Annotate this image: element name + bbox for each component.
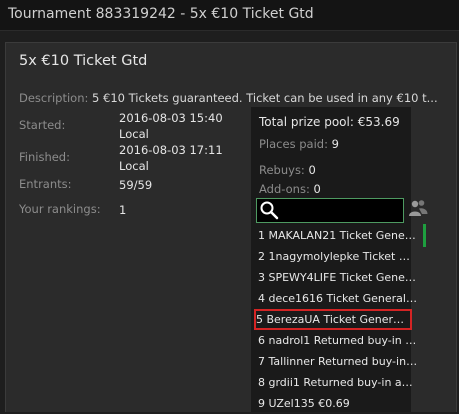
- results-list: 1 MAKALAN21 Ticket General €10 2 1nagymo…: [254, 225, 418, 414]
- search-icon: [259, 200, 279, 224]
- result-row-5-highlighted[interactable]: 5 BerezaUA Ticket General €10: [254, 309, 412, 330]
- rankings-value: 1: [119, 203, 127, 217]
- result-row-4[interactable]: 4 dece1616 Ticket General €10: [256, 288, 418, 309]
- places-paid-value: 9: [331, 137, 339, 151]
- places-paid-row: Places paid: 9: [259, 137, 339, 151]
- description-text: 5 €10 Tickets guaranteed. Ticket can be …: [92, 91, 438, 105]
- rebuys-label: Rebuys:: [259, 163, 305, 177]
- addons-label: Add-ons:: [259, 182, 310, 196]
- description-row: Description: 5 €10 Tickets guaranteed. T…: [19, 90, 449, 106]
- entrants-value: 59/59: [119, 178, 153, 192]
- total-prize-label: Total prize pool:: [259, 115, 354, 129]
- finished-timezone: Local: [119, 159, 149, 173]
- prize-panel: Total prize pool: €53.69 Places paid: 9 …: [251, 107, 428, 412]
- finished-label: Finished:: [19, 150, 70, 164]
- rebuys-value: 0: [308, 163, 316, 177]
- finished-value: 2016-08-03 17:11 Local: [119, 142, 223, 174]
- result-row-7[interactable]: 7 Tallinner Returned buy-in €10: [256, 351, 418, 372]
- rebuys-row: Rebuys: 0: [259, 163, 316, 177]
- started-date: 2016-08-03 15:40: [119, 111, 223, 125]
- result-row-2[interactable]: 2 1nagymolylepke Ticket General €10: [256, 246, 418, 267]
- tournament-panel: 5x €10 Ticket Gtd Description: 5 €10 Tic…: [5, 42, 457, 412]
- started-timezone: Local: [119, 127, 149, 141]
- rankings-label: Your rankings:: [19, 202, 101, 216]
- result-row-8[interactable]: 8 grdii1 Returned buy-in and €10: [256, 372, 418, 393]
- places-paid-label: Places paid:: [259, 137, 328, 151]
- addons-value: 0: [313, 182, 321, 196]
- description-label: Description:: [19, 91, 89, 105]
- result-row-3[interactable]: 3 SPEWY4LIFE Ticket General €10: [256, 267, 418, 288]
- started-value: 2016-08-03 15:40 Local: [119, 110, 223, 142]
- tournament-name: 5x €10 Ticket Gtd: [19, 53, 148, 69]
- total-prize-value: €53.69: [357, 115, 400, 129]
- window-title: Tournament 883319242 - 5x €10 Ticket Gtd: [8, 6, 314, 22]
- entrants-label: Entrants:: [19, 177, 72, 191]
- finished-date: 2016-08-03 17:11: [119, 143, 223, 157]
- search-input[interactable]: [256, 198, 404, 223]
- total-prize-row: Total prize pool: €53.69: [259, 115, 400, 129]
- result-row-1[interactable]: 1 MAKALAN21 Ticket General €10: [256, 225, 418, 246]
- started-label: Started:: [19, 118, 66, 132]
- title-bar: Tournament 883319242 - 5x €10 Ticket Gtd: [0, 0, 459, 31]
- result-row-6[interactable]: 6 nadrol1 Returned buy-in €10: [256, 330, 418, 351]
- results-scrollbar[interactable]: [423, 224, 426, 247]
- users-icon[interactable]: [408, 199, 428, 221]
- addons-row: Add-ons: 0: [259, 182, 321, 196]
